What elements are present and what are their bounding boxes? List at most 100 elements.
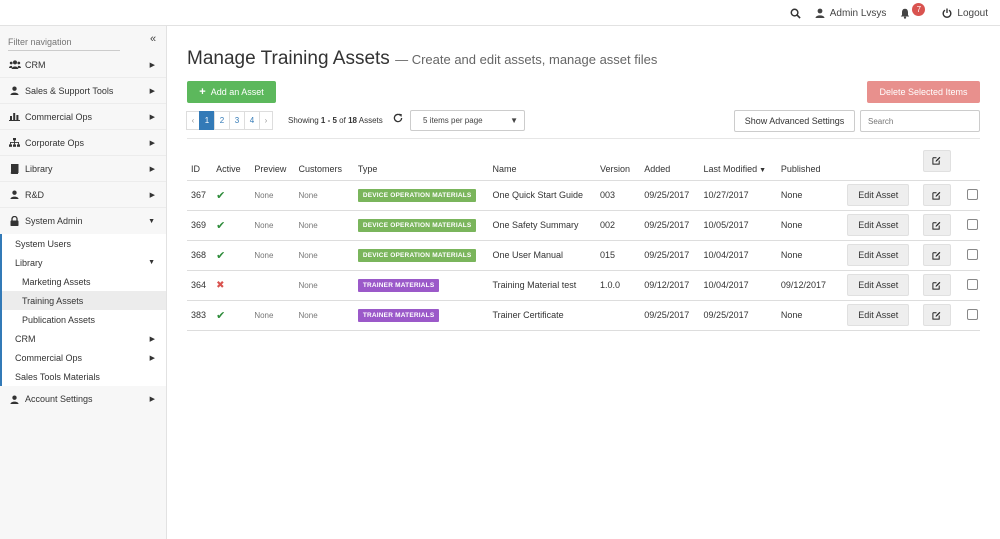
cross-icon: ✖ [216,279,225,291]
cell-version: 002 [596,210,641,241]
cell-id: 383 [187,300,213,331]
cell-select [960,180,980,211]
show-advanced-settings-button[interactable]: Show Advanced Settings [734,110,855,132]
edit-files-button[interactable] [922,304,951,326]
cell-name: One Safety Summary [488,210,597,241]
lock-icon [8,216,21,226]
add-asset-button[interactable]: + Add an Asset [187,81,276,103]
edit-asset-button[interactable]: Edit Asset [847,184,910,206]
showing-range: 1 - 5 [320,116,337,125]
user-menu[interactable]: Admin Lvsys [815,8,886,19]
page-title-text: Manage Training Assets [187,48,390,69]
table-row: 383 ✔ None None TRAINER MATERIALS Trainer Cer… [187,300,980,331]
sidebar-item-system-admin[interactable]: System Admin ▼ [0,208,166,234]
chevron-right-icon: ▶ [149,396,155,403]
bulk-edit-button[interactable] [922,149,951,172]
col-added[interactable]: Added [640,146,700,181]
type-badge: DEVICE OPERATION MATERIALS [357,188,477,202]
check-icon: ✔ [216,249,226,262]
cell-preview [250,270,295,301]
sidebar-item-admin-crm[interactable]: CRM ▶ [2,329,166,348]
sidebar-item-corporate-ops[interactable]: Corporate Ops ▶ [0,130,166,156]
cell-active: ✖ [212,270,251,301]
sidebar-item-library-group[interactable]: Library ▼ [2,253,166,272]
edit-files-button[interactable] [922,214,951,236]
delete-selected-button[interactable]: Delete Selected Items [867,81,980,103]
logout-button[interactable]: Logout [942,8,988,19]
refresh-icon[interactable] [393,113,403,126]
search-button[interactable] [790,8,801,19]
sidebar-item-commercial-ops[interactable]: Commercial Ops ▶ [0,104,166,130]
row-select-checkbox[interactable] [966,188,978,200]
prev-page-button[interactable]: ‹ [186,111,200,130]
cell-version [596,300,641,331]
row-select-checkbox[interactable] [966,248,978,260]
col-active[interactable]: Active [212,146,251,181]
cell-last-modified: 10/04/2017 [699,270,777,301]
col-published[interactable]: Published [776,146,844,181]
edit-asset-button[interactable]: Edit Asset [847,304,910,326]
sidebar-item-publication-assets[interactable]: Publication Assets [2,310,166,329]
col-customers[interactable]: Customers [294,146,354,181]
page-subtitle: — Create and edit assets, manage asset f… [395,52,658,67]
sidebar-item-crm[interactable]: CRM ▶ [0,52,166,78]
filter-navigation-input[interactable] [8,34,120,51]
bell-icon [901,8,910,19]
pagination: ‹ 1 2 3 4 › [186,111,273,130]
sidebar-item-system-users[interactable]: System Users [2,234,166,253]
cell-edit-icon [918,180,961,211]
chevron-right-icon: ▶ [149,139,155,147]
page-3-button[interactable]: 3 [229,111,245,130]
check-icon: ✔ [216,219,226,232]
sidebar-item-label: System Users [15,238,72,249]
divider [187,138,980,139]
search-input[interactable] [860,110,980,132]
collapse-sidebar-icon[interactable]: « [150,33,156,45]
sidebar-item-label: System Admin [25,216,83,226]
sidebar-item-label: Training Assets [22,295,84,306]
col-id[interactable]: ID [187,146,213,181]
col-type[interactable]: Type [353,146,489,181]
col-name[interactable]: Name [488,146,597,181]
col-last-modified-label: Last Modified [703,163,758,174]
notification-count-badge: 7 [912,2,926,16]
edit-files-button[interactable] [922,184,951,206]
chevron-right-icon: ▶ [149,354,155,362]
sidebar-item-marketing-assets[interactable]: Marketing Assets [2,272,166,291]
notifications-button[interactable]: 7 [900,2,928,20]
system-admin-submenu: System Users Library ▼ Marketing Assets T… [0,234,166,386]
edit-files-button[interactable] [922,244,951,266]
edit-files-button[interactable] [922,274,951,296]
page-2-button[interactable]: 2 [214,111,230,130]
items-per-page-select[interactable]: 5 items per page ▼ [410,110,525,131]
next-page-button[interactable]: › [259,111,273,130]
assets-table: ID Active Preview Customers Type Name Ve… [187,146,980,331]
col-last-modified[interactable]: Last Modified ▼ [699,146,777,181]
row-select-checkbox[interactable] [966,278,978,290]
edit-asset-button[interactable]: Edit Asset [847,274,910,296]
logout-label: Logout [957,7,988,19]
sidebar-item-account-settings[interactable]: Account Settings ▶ [0,386,166,412]
sidebar-item-sales-support-tools[interactable]: Sales & Support Tools ▶ [0,78,166,104]
cell-published: 09/12/2017 [776,270,844,301]
cell-id: 367 [187,180,213,211]
sidebar-item-sales-tools-materials[interactable]: Sales Tools Materials [2,367,166,386]
sidebar-item-rd[interactable]: R&D ▶ [0,182,166,208]
check-icon: ✔ [216,309,226,322]
edit-asset-button[interactable]: Edit Asset [847,214,910,236]
table-row: 369 ✔ None None DEVICE OPERATION MATERIALS On… [187,210,980,241]
sidebar-item-library[interactable]: Library ▶ [0,156,166,182]
col-version[interactable]: Version [596,146,641,181]
sidebar-item-admin-commercial-ops[interactable]: Commercial Ops ▶ [2,348,166,367]
cell-added: 09/25/2017 [640,240,700,271]
col-preview[interactable]: Preview [250,146,295,181]
sidebar-item-training-assets[interactable]: Training Assets [2,291,166,310]
cell-select [960,300,980,331]
row-select-checkbox[interactable] [966,218,978,230]
page-1-button[interactable]: 1 [199,111,215,130]
edit-asset-button[interactable]: Edit Asset [847,244,910,266]
col-bulk-edit [918,146,961,181]
page-4-button[interactable]: 4 [244,111,260,130]
row-select-checkbox[interactable] [966,308,978,320]
cell-added: 09/25/2017 [640,210,700,241]
